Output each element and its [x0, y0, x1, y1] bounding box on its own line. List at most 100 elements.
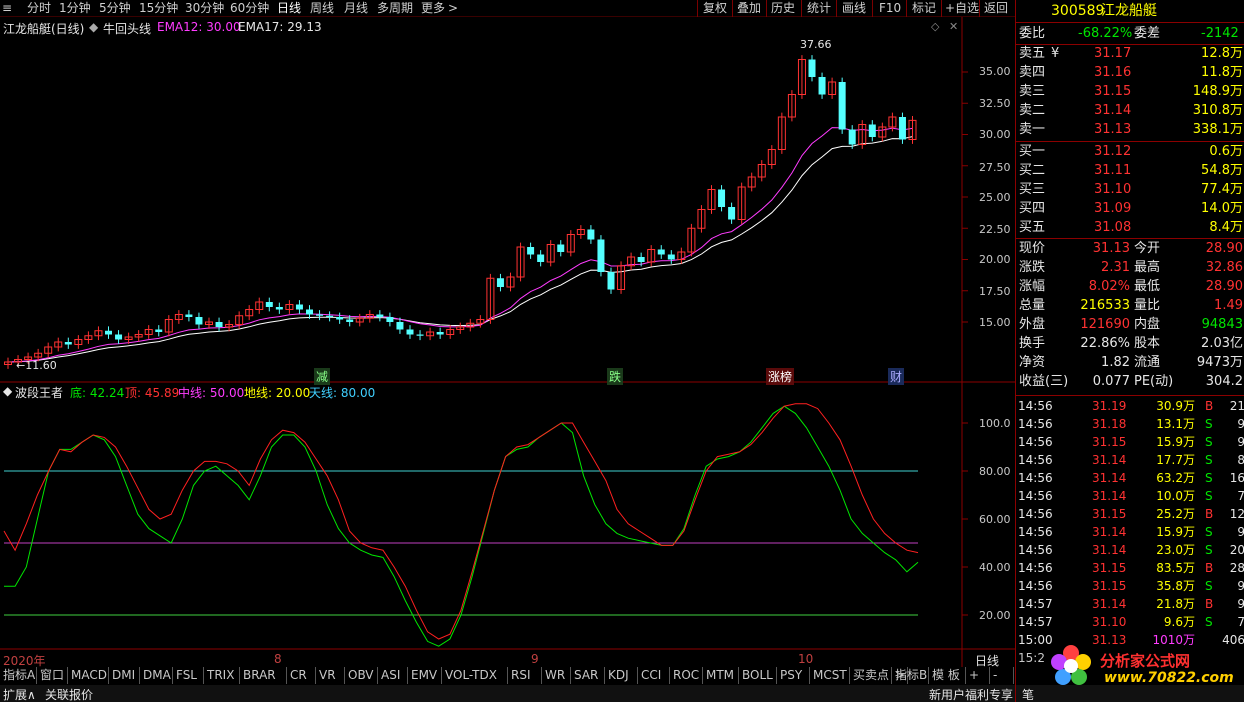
period-tab-7[interactable]: 日线	[277, 0, 301, 16]
toolbar-action-5[interactable]: 画线	[842, 0, 866, 16]
right-tab[interactable]: 模 板	[929, 667, 966, 684]
flower-logo-icon	[1048, 643, 1094, 689]
indicator-tab[interactable]: WR	[542, 667, 571, 684]
toolbar-action-4[interactable]: 统计	[807, 0, 831, 16]
right-tab[interactable]: -	[990, 667, 1014, 684]
period-tab-5[interactable]: 30分钟	[185, 0, 224, 16]
indicator-tab[interactable]: DMA	[140, 667, 173, 684]
stock-header: 300589 江龙船艇	[1016, 2, 1244, 20]
candle-body	[195, 317, 203, 325]
candle-body	[868, 124, 876, 137]
stat-row: 收益(三) 0.077 PE(动) 304.2	[1019, 374, 1243, 389]
indicator-tab[interactable]: ROC	[670, 667, 703, 684]
indicator-tab[interactable]: RSI	[508, 667, 542, 684]
time-footer: 15:2	[1018, 651, 1045, 665]
indicator-tabs: 指标A 窗口 MACD DMI DMA FSL TRIX BRAR CR VR OBV ASI EMV V…	[0, 667, 1015, 684]
right-tab[interactable]: 指标B	[892, 667, 929, 684]
indicator-tab[interactable]: SAR	[571, 667, 605, 684]
toolbar-action-6[interactable]: F10	[879, 0, 901, 16]
indicator-tab[interactable]: EMV	[408, 667, 442, 684]
indicator-tab[interactable]: OBV	[345, 667, 378, 684]
trade-row: 14:56 31.15 35.8万 S 9	[1018, 579, 1244, 593]
weibi-row: 委比 -68.22% 委差 -2142	[1019, 26, 1239, 41]
indicator-tab[interactable]: 买卖点	[850, 667, 892, 684]
indicator-tab[interactable]: VR	[316, 667, 345, 684]
event-marker[interactable]: 财	[888, 368, 905, 385]
price-tick-17-5: 17.50	[979, 285, 1011, 298]
period-tab-4[interactable]: 15分钟	[139, 0, 178, 16]
promo-link[interactable]: 新用户福利专享	[929, 686, 1013, 702]
bid-row[interactable]: 买五 31.08 8.4万	[1016, 219, 1244, 237]
ask-row[interactable]: 卖二 31.14 310.8万	[1016, 102, 1244, 120]
ask-row[interactable]: 卖五 ¥31.17 12.8万	[1016, 45, 1244, 63]
candle-body	[396, 322, 404, 330]
di-label: 底: 42.24	[70, 386, 125, 400]
period-tab-8[interactable]: 周线	[310, 0, 334, 16]
candle-body	[265, 302, 273, 307]
toolbar-action-7[interactable]: 标记	[912, 0, 936, 16]
stat-row: 现价 31.13 今开 28.90	[1019, 241, 1243, 256]
event-marker[interactable]: 跌	[607, 368, 624, 385]
indicator-tab[interactable]: VOL-TDX	[442, 667, 508, 684]
sub-tick-20: 20.00	[979, 609, 1011, 622]
candle-body	[848, 129, 856, 145]
expand-button[interactable]: 扩展∧	[3, 686, 36, 702]
period-tab-3[interactable]: 5分钟	[99, 0, 131, 16]
event-marker[interactable]: 涨榜	[766, 368, 795, 385]
related-quote-button[interactable]: 关联报价	[45, 686, 93, 702]
period-tab-6[interactable]: 60分钟	[230, 0, 269, 16]
indicator-tab[interactable]: MACD	[68, 667, 109, 684]
trade-row: 14:57 31.14 21.8万 B 9	[1018, 597, 1244, 611]
indicator-tab[interactable]: CCI	[638, 667, 670, 684]
indicator-tab[interactable]: CR	[287, 667, 316, 684]
bid-row[interactable]: 买二 31.11 54.8万	[1016, 162, 1244, 180]
toolbar-action-9[interactable]: 返回	[984, 0, 1008, 16]
price-tick-20: 20.00	[979, 253, 1011, 266]
indicator-tab[interactable]: ASI	[378, 667, 408, 684]
indicator-tab[interactable]: 窗口	[37, 667, 68, 684]
toolbar-action-3[interactable]: 历史	[771, 0, 795, 16]
bid-row[interactable]: 买一 31.12 0.6万	[1016, 143, 1244, 161]
indicator-tab[interactable]: BRAR	[240, 667, 287, 684]
ask-row[interactable]: 卖一 31.13 338.1万	[1016, 121, 1244, 139]
sub-indicator-name[interactable]: 波段王者	[15, 384, 63, 401]
indicator-tab[interactable]: BOLL	[739, 667, 777, 684]
candle-body	[346, 319, 354, 322]
toolbar-action-8[interactable]: +自选	[945, 0, 979, 16]
price-tick-35: 35.00	[979, 65, 1011, 78]
candle-body	[557, 244, 565, 252]
price-tick-22-5: 22.50	[979, 223, 1011, 236]
indicator-tab[interactable]: MTM	[703, 667, 739, 684]
period-tab-10[interactable]: 多周期	[377, 0, 413, 16]
stock-name: 江龙船艇	[1101, 3, 1157, 19]
toolbar-action-1[interactable]: 复权	[703, 0, 727, 16]
toolbar-action-2[interactable]: 叠加	[737, 0, 761, 16]
candle-body	[718, 189, 726, 207]
period-tab-9[interactable]: 月线	[344, 0, 368, 16]
stock-code: 300589	[1051, 3, 1105, 19]
indicator-tab[interactable]: 指标A	[0, 667, 37, 684]
period-tab-2[interactable]: 1分钟	[59, 0, 91, 16]
indicator-tab[interactable]: TRIX	[204, 667, 240, 684]
ask-row[interactable]: 卖三 31.15 148.9万	[1016, 83, 1244, 101]
bid-row[interactable]: 买三 31.10 77.4万	[1016, 181, 1244, 199]
indicator-tab[interactable]: KDJ	[605, 667, 638, 684]
indicator-tab[interactable]: FSL	[173, 667, 204, 684]
indicator-tab[interactable]: PSY	[777, 667, 810, 684]
quote-panel: 300589 江龙船艇 委比 -68.22% 委差 -2142 卖五 ¥31.17…	[1015, 0, 1244, 702]
more-arrow-icon[interactable]: >	[448, 0, 458, 16]
trade-row: 14:56 31.14 63.2万 S 16	[1018, 471, 1244, 485]
candle-body	[838, 82, 846, 130]
event-marker[interactable]: 减	[314, 368, 331, 385]
indicator-tab[interactable]: MCST	[810, 667, 850, 684]
candle-body	[657, 249, 665, 255]
period-tab-1[interactable]: 分时	[27, 0, 51, 16]
right-tab[interactable]: +	[966, 667, 990, 684]
bid-row[interactable]: 买四 31.09 14.0万	[1016, 200, 1244, 218]
sub-indicator-settings-icon[interactable]: ◆	[3, 384, 12, 398]
toolbar-menu-icon[interactable]: ≡	[2, 0, 16, 16]
kline-chart[interactable]	[0, 17, 1015, 685]
period-tab-11[interactable]: 更多	[421, 0, 445, 16]
ask-row[interactable]: 卖四 31.16 11.8万	[1016, 64, 1244, 82]
indicator-tab[interactable]: DMI	[109, 667, 140, 684]
